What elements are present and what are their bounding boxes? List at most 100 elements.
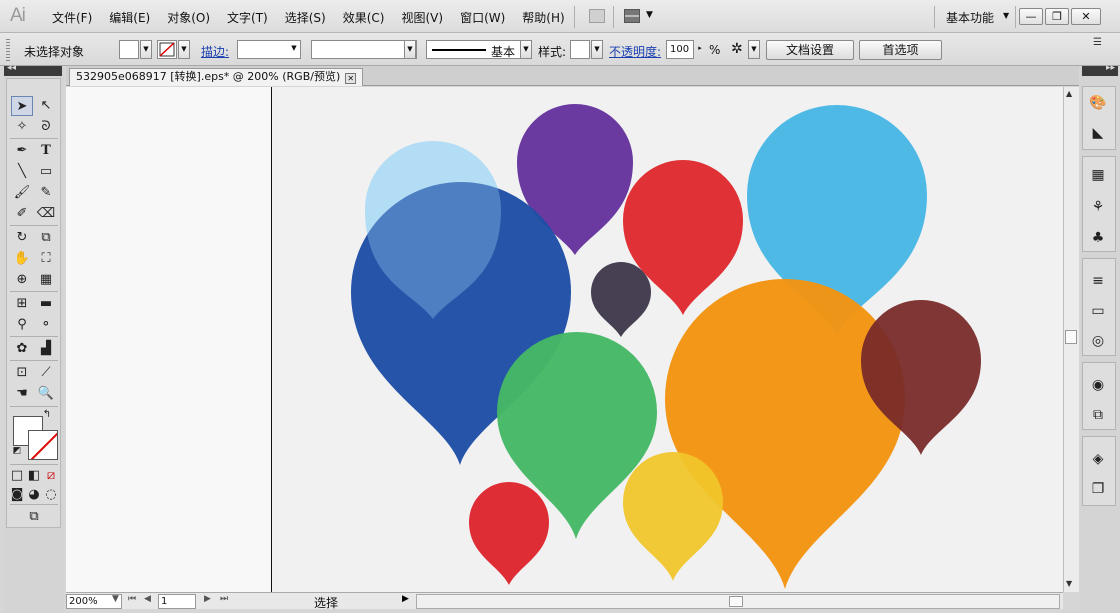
chevron-down-icon[interactable]: ▼ <box>404 40 416 59</box>
panel-menu-icon[interactable]: ☰ <box>1093 37 1102 48</box>
blob-brush-tool[interactable]: ✐ <box>11 204 33 224</box>
menu-object[interactable]: 对象(O) <box>167 9 210 26</box>
chevron-down-icon[interactable]: ▼ <box>178 40 190 59</box>
stroke-swatch[interactable] <box>157 40 177 59</box>
stroke-icon[interactable]: ≡ <box>1089 272 1107 290</box>
menu-file[interactable]: 文件(F) <box>52 9 92 26</box>
horizontal-scrollbar[interactable] <box>416 594 1060 609</box>
selection-tool[interactable]: ➤ <box>11 96 33 116</box>
chevron-down-icon[interactable]: ▼ <box>140 40 152 59</box>
paintbrush-tool[interactable]: 🖌 <box>11 183 33 203</box>
collapse-icon[interactable]: ◂◂ <box>7 63 16 73</box>
lasso-tool[interactable]: ᘐ <box>35 117 57 137</box>
balloon-yellow[interactable] <box>623 452 723 581</box>
layers-icon[interactable]: ◈ <box>1089 450 1107 468</box>
opacity-input[interactable]: 100 <box>666 40 694 59</box>
line-tool[interactable]: ╲ <box>11 162 33 182</box>
balloon-dark-slate[interactable] <box>591 262 651 337</box>
last-artboard-icon[interactable]: ⏭ <box>220 594 228 604</box>
screen-mode-icon[interactable]: ⧉ <box>23 507 45 527</box>
menu-view[interactable]: 视图(V) <box>401 9 443 26</box>
scroll-up-icon[interactable]: ▲ <box>1066 89 1072 98</box>
eraser-tool[interactable]: ⌫ <box>35 204 57 224</box>
column-graph-tool[interactable]: ▟ <box>35 339 57 359</box>
chevron-down-icon[interactable]: ▼ <box>748 40 760 59</box>
hand-tool[interactable]: ☚ <box>11 384 33 404</box>
menu-edit[interactable]: 编辑(E) <box>109 9 150 26</box>
workspace-switcher[interactable]: 基本功能 <box>946 9 994 26</box>
warp-tool[interactable]: ✋ <box>11 249 33 269</box>
stroke-link[interactable]: 描边: <box>201 43 229 60</box>
brushes-icon[interactable]: ⚘ <box>1089 198 1107 216</box>
menu-help[interactable]: 帮助(H) <box>522 9 564 26</box>
recolor-artwork-icon[interactable]: ✲ <box>731 41 743 57</box>
free-transform-tool[interactable]: ⛶ <box>35 249 57 269</box>
document-tab[interactable]: 532905e068917 [转换].eps* @ 200% (RGB/预览) ✕ <box>69 68 364 86</box>
color-mode-icon[interactable]: □ <box>9 466 25 486</box>
arrange-documents-icon[interactable] <box>624 9 640 23</box>
rotate-tool[interactable]: ↻ <box>11 228 33 248</box>
chevron-right-icon[interactable]: ▸ <box>694 40 706 59</box>
type-tool[interactable]: T <box>35 141 57 161</box>
minimize-button[interactable]: — <box>1019 8 1043 25</box>
chevron-down-icon[interactable]: ▼ <box>591 40 603 59</box>
chevron-down-icon[interactable]: ▼ <box>1003 11 1009 20</box>
direct-selection-tool[interactable]: ↖ <box>35 96 57 116</box>
preferences-button[interactable]: 首选项 <box>859 40 942 60</box>
appearance-icon[interactable]: ◉ <box>1089 376 1107 394</box>
draw-normal-icon[interactable]: ◙ <box>9 485 25 505</box>
slice-tool[interactable]: ⟋ <box>35 363 57 383</box>
restore-button[interactable]: ❐ <box>1045 8 1069 25</box>
status-menu-icon[interactable]: ▶ <box>402 594 409 604</box>
chevron-down-icon[interactable]: ▼ <box>288 40 300 59</box>
panel-dock-header[interactable]: ▸▸ <box>1082 63 1118 76</box>
draw-inside-icon[interactable]: ◌ <box>43 485 59 505</box>
menu-effect[interactable]: 效果(C) <box>343 9 385 26</box>
gradient-tool[interactable]: ▬ <box>35 294 57 314</box>
color-guide-icon[interactable]: ◣ <box>1089 124 1107 142</box>
rectangle-tool[interactable]: ▭ <box>35 162 57 182</box>
gradient-mode-icon[interactable]: ◧ <box>26 466 42 486</box>
menu-type[interactable]: 文字(T) <box>227 9 268 26</box>
menu-select[interactable]: 选择(S) <box>285 9 326 26</box>
swatches-icon[interactable]: ▦ <box>1089 166 1107 184</box>
tools-panel-header[interactable]: ◂◂ <box>4 63 62 76</box>
bridge-icon[interactable] <box>589 9 605 23</box>
artboards-icon[interactable]: ❐ <box>1089 480 1107 498</box>
variable-width-profile[interactable] <box>311 40 417 59</box>
horizontal-scroll-thumb[interactable] <box>729 596 743 607</box>
chevron-down-icon[interactable]: ▼ <box>112 594 119 604</box>
next-artboard-icon[interactable]: ▶ <box>204 594 211 604</box>
menu-window[interactable]: 窗口(W) <box>460 9 505 26</box>
first-artboard-icon[interactable]: ⏮ <box>128 594 136 604</box>
blend-tool[interactable]: ⚬ <box>35 315 57 335</box>
default-colors-icon[interactable]: ◩ <box>11 445 23 457</box>
gradient-icon[interactable]: ▭ <box>1089 302 1107 320</box>
scale-tool[interactable]: ⧉ <box>35 228 57 248</box>
chevron-down-icon[interactable]: ▼ <box>520 40 532 59</box>
shape-builder-tool[interactable]: ⊕ <box>11 270 33 290</box>
graphic-styles-icon[interactable]: ⧉ <box>1089 406 1107 424</box>
transparency-icon[interactable]: ◎ <box>1089 332 1107 350</box>
mesh-tool[interactable]: ⊞ <box>11 294 33 314</box>
draw-behind-icon[interactable]: ◕ <box>26 485 42 505</box>
canvas[interactable] <box>66 87 1063 592</box>
chevron-down-icon[interactable]: ▼ <box>646 10 653 20</box>
document-setup-button[interactable]: 文档设置 <box>766 40 854 60</box>
scroll-down-icon[interactable]: ▼ <box>1066 579 1072 588</box>
pencil-tool[interactable]: ✎ <box>35 183 57 203</box>
pen-tool[interactable]: ✒ <box>11 141 33 161</box>
eyedropper-tool[interactable]: ⚲ <box>11 315 33 335</box>
stroke-color-box[interactable] <box>28 430 58 460</box>
artboard-tool[interactable]: ⊡ <box>11 363 33 383</box>
grip-handle[interactable] <box>6 39 10 61</box>
fill-swatch[interactable] <box>119 40 139 59</box>
none-mode-icon[interactable]: ⧄ <box>43 466 59 486</box>
opacity-link[interactable]: 不透明度: <box>609 43 661 60</box>
close-icon[interactable]: ✕ <box>345 73 357 84</box>
zoom-tool[interactable]: 🔍 <box>35 384 57 404</box>
vertical-scroll-thumb[interactable] <box>1065 330 1077 344</box>
graphic-style-swatch[interactable] <box>570 40 590 59</box>
magic-wand-tool[interactable]: ✧ <box>11 117 33 137</box>
balloon-small-red[interactable] <box>469 482 549 585</box>
